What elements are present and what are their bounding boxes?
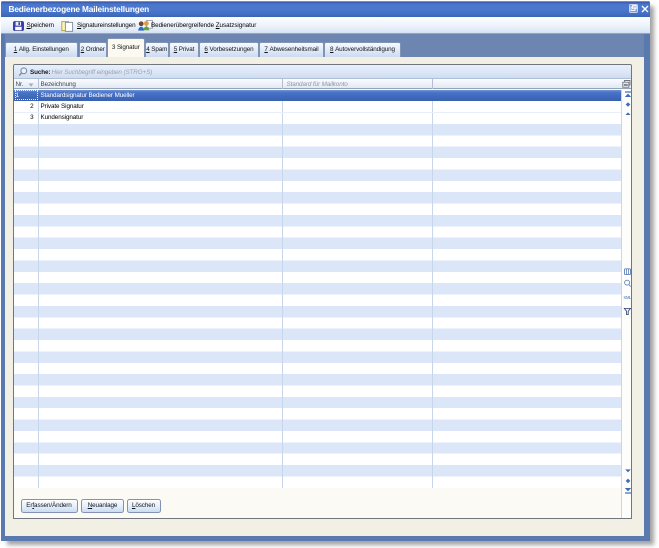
svg-text:XML: XML [623, 295, 632, 300]
